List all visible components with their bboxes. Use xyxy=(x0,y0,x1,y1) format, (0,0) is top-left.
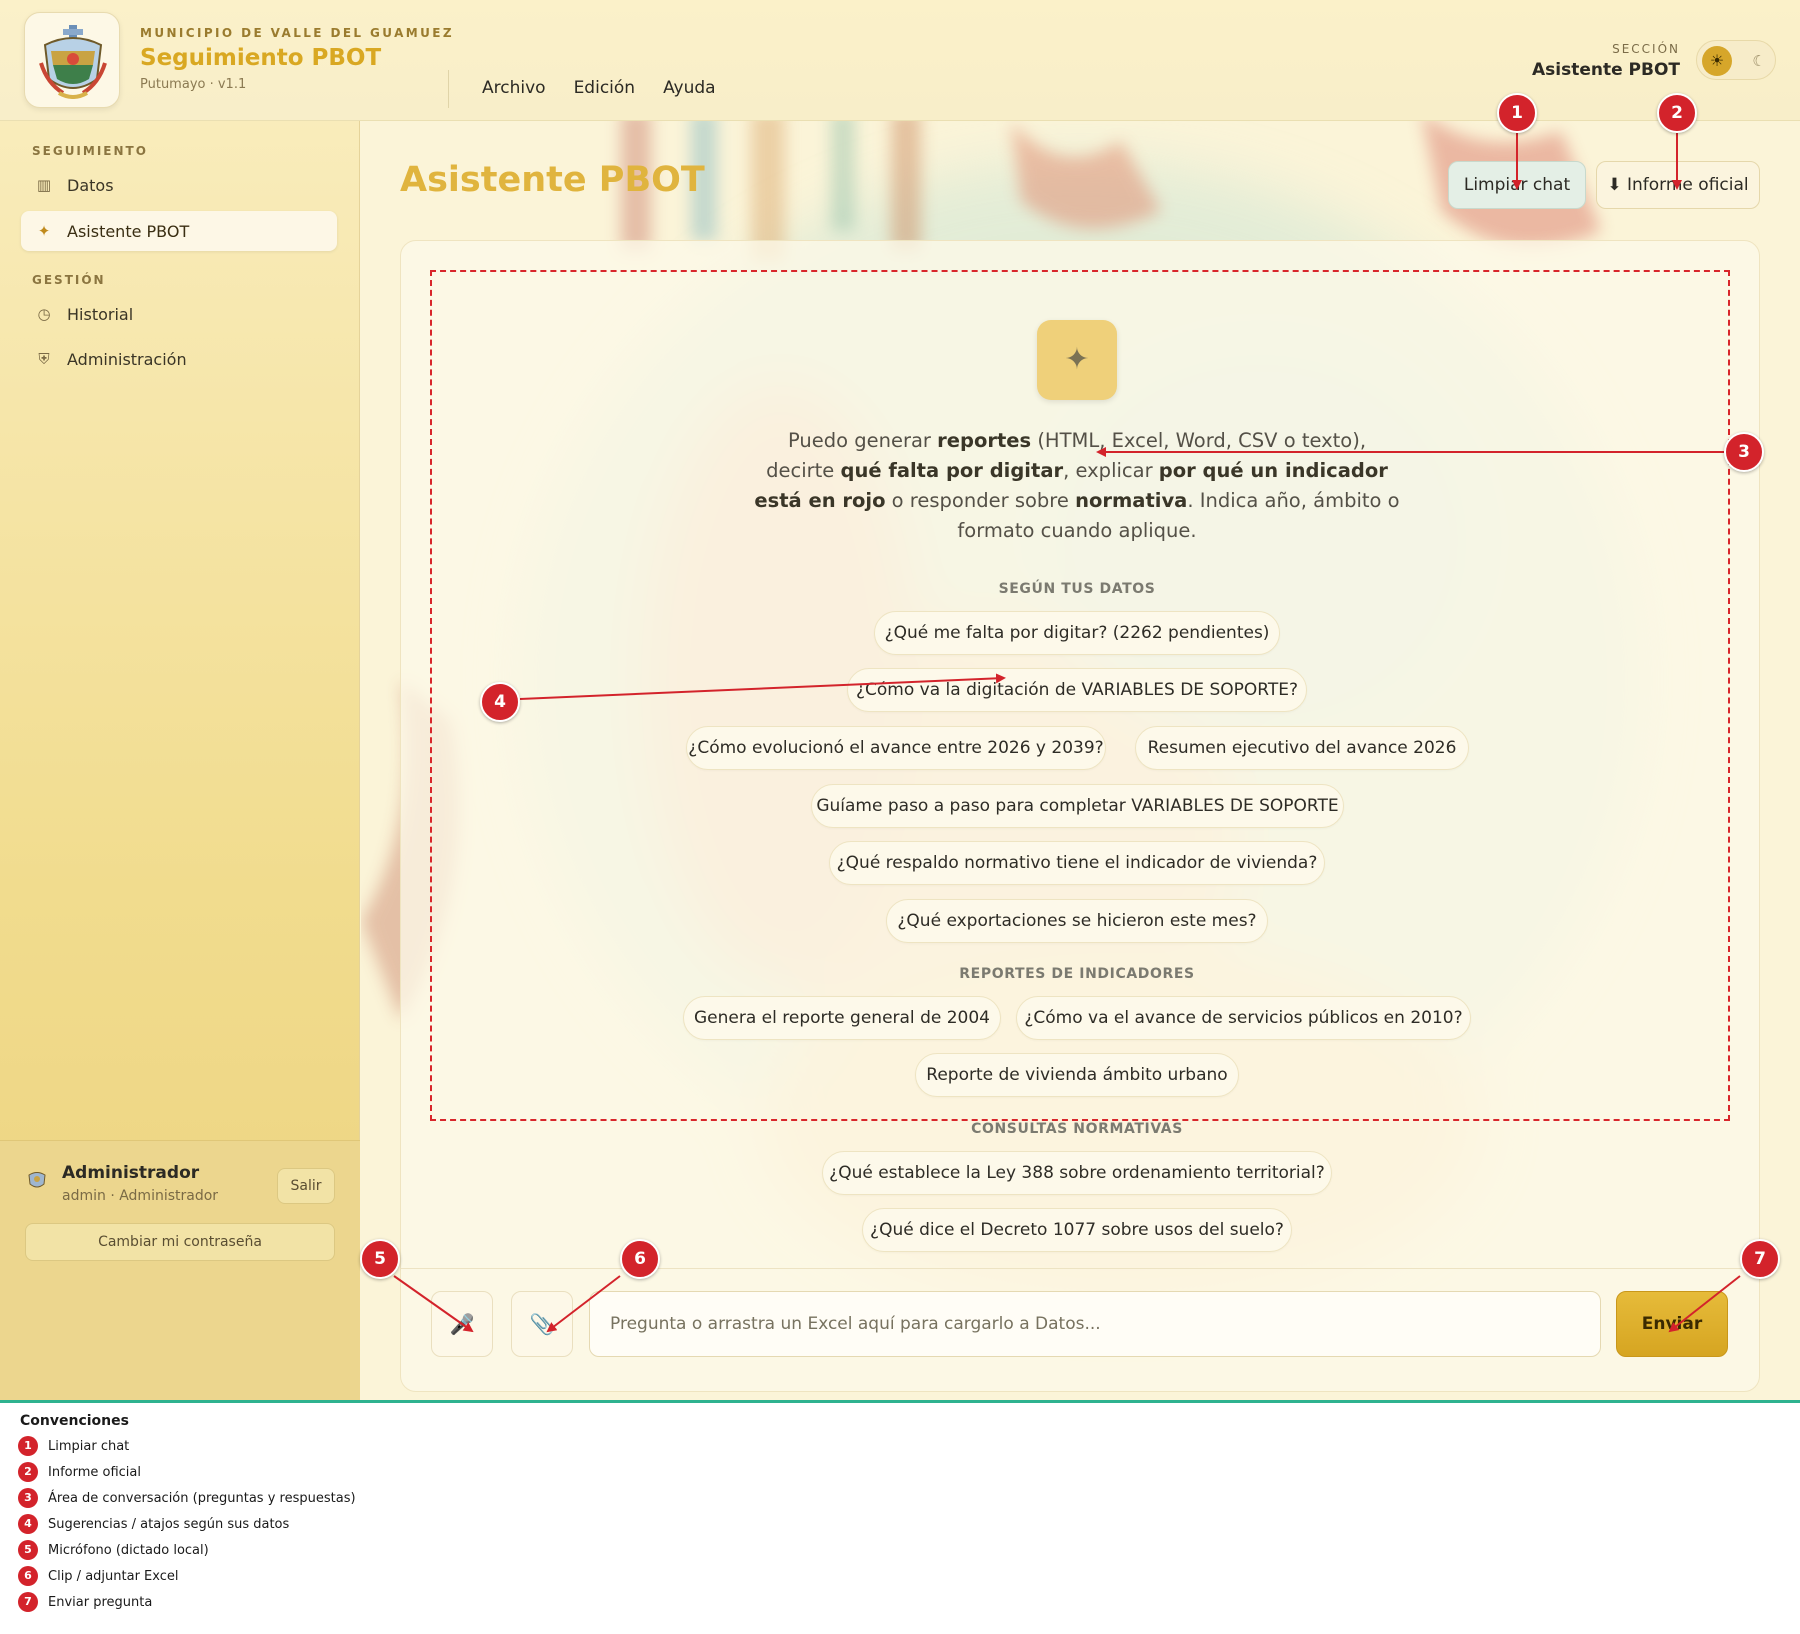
attach-excel-button[interactable]: 📎 xyxy=(511,1291,573,1357)
sparkle-icon: ✦ xyxy=(37,222,51,240)
annotation-marker-4: 4 xyxy=(480,682,520,722)
suggestions-heading-datos: SEGÚN TUS DATOS xyxy=(998,581,1156,597)
sidebar-item-label: Asistente PBOT xyxy=(67,221,190,241)
sidebar-group-gestion: GESTIÓN xyxy=(32,273,106,287)
sidebar-item-datos[interactable]: ▥ Datos xyxy=(21,165,337,205)
chat-input[interactable] xyxy=(589,1291,1601,1357)
sidebar-item-historial[interactable]: ◷ Historial xyxy=(21,294,337,334)
user-name: Administrador xyxy=(62,1163,200,1183)
suggestion-chip[interactable]: Genera el reporte general de 2004 xyxy=(683,996,1001,1040)
menu-bar: Archivo Edición Ayuda xyxy=(482,78,716,98)
legend-number: 4 xyxy=(18,1514,38,1534)
legend-title: Convenciones xyxy=(20,1413,129,1429)
suggestion-chip[interactable]: ¿Qué dice el Decreto 1077 sobre usos del… xyxy=(862,1208,1292,1252)
suggestions-heading-normativas: CONSULTAS NORMATIVAS xyxy=(971,1121,1183,1137)
menu-archivo[interactable]: Archivo xyxy=(482,78,546,98)
header-divider xyxy=(448,70,449,108)
section-value: Asistente PBOT xyxy=(1531,60,1680,80)
legend-item: 6 Clip / adjuntar Excel xyxy=(18,1566,178,1586)
annotation-marker-1: 1 xyxy=(1497,93,1537,133)
logout-button[interactable]: Salir xyxy=(277,1168,335,1204)
assistant-intro: Puedo generar reportes (HTML, Excel, Wor… xyxy=(752,426,1402,546)
microphone-button[interactable]: 🎤 xyxy=(431,1291,493,1357)
suggestion-chip[interactable]: ¿Cómo evolucionó el avance entre 2026 y … xyxy=(686,726,1106,770)
organization-name: MUNICIPIO DE VALLE DEL GUAMUEZ xyxy=(140,26,454,40)
suggestions-heading-reportes: REPORTES DE INDICADORES xyxy=(959,966,1195,982)
legend-number: 7 xyxy=(18,1592,38,1612)
grid-icon: ▥ xyxy=(36,176,52,194)
sidebar-item-asistente[interactable]: ✦ Asistente PBOT xyxy=(21,211,337,251)
suggestion-chip[interactable]: ¿Qué me falta por digitar? (2262 pendien… xyxy=(874,611,1280,655)
legend-text: Enviar pregunta xyxy=(48,1594,153,1610)
suggestion-chip[interactable]: Guíame paso a paso para completar VARIAB… xyxy=(811,784,1344,828)
annotation-marker-5: 5 xyxy=(360,1239,400,1279)
official-report-button[interactable]: ⬇ Informe oficial xyxy=(1596,161,1760,209)
menu-ayuda[interactable]: Ayuda xyxy=(663,78,716,98)
legend-number: 1 xyxy=(18,1436,38,1456)
send-button[interactable]: Enviar xyxy=(1616,1291,1728,1357)
legend-number: 2 xyxy=(18,1462,38,1482)
sidebar-item-label: Historial xyxy=(67,304,134,324)
legend-number: 6 xyxy=(18,1566,38,1586)
legend-number: 3 xyxy=(18,1488,38,1508)
change-password-button[interactable]: Cambiar mi contraseña xyxy=(25,1223,335,1261)
legend-item: 1 Limpiar chat xyxy=(18,1436,129,1456)
avatar xyxy=(28,1172,46,1188)
suggestion-chip[interactable]: ¿Qué establece la Ley 388 sobre ordenami… xyxy=(822,1151,1332,1195)
intro-bold: qué falta por digitar xyxy=(840,459,1064,482)
clear-chat-button[interactable]: Limpiar chat xyxy=(1448,161,1586,209)
intro-bold: reportes xyxy=(937,429,1032,452)
legend-item: 2 Informe oficial xyxy=(18,1462,141,1482)
intro-text: , explicar xyxy=(1063,459,1159,482)
theme-toggle[interactable]: ☀ ☾ xyxy=(1696,40,1776,80)
app-subtitle: Putumayo · v1.1 xyxy=(140,77,247,92)
clock-icon: ◷ xyxy=(37,305,51,323)
municipal-crest-logo xyxy=(24,12,120,108)
sun-icon[interactable]: ☀ xyxy=(1702,46,1732,76)
legend-text: Micrófono (dictado local) xyxy=(48,1542,209,1558)
suggestion-chip[interactable]: ¿Cómo va la digitación de VARIABLES DE S… xyxy=(847,668,1307,712)
intro-text: o responder sobre xyxy=(885,489,1076,512)
shield-icon: ⛨ xyxy=(38,350,50,368)
suggestion-chip[interactable]: ¿Cómo va el avance de servicios públicos… xyxy=(1016,996,1471,1040)
legend-item: 3 Área de conversación (preguntas y respu… xyxy=(18,1488,356,1508)
legend-item: 7 Enviar pregunta xyxy=(18,1592,152,1612)
legend-text: Informe oficial xyxy=(48,1464,141,1480)
annotation-marker-7: 7 xyxy=(1740,1239,1780,1279)
microphone-icon: 🎤 xyxy=(449,1312,475,1336)
paperclip-icon: 📎 xyxy=(529,1312,555,1336)
sidebar-item-label: Administración xyxy=(67,349,187,369)
legend-item: 4 Sugerencias / atajos según sus datos xyxy=(18,1514,289,1534)
legend-text: Área de conversación (preguntas y respue… xyxy=(48,1490,356,1506)
annotation-marker-3: 3 xyxy=(1724,432,1764,472)
legend: Convenciones 1 Limpiar chat 2 Informe ofic… xyxy=(0,1403,1800,1634)
legend-text: Limpiar chat xyxy=(48,1438,130,1454)
intro-bold: normativa xyxy=(1075,489,1188,512)
annotation-marker-2: 2 xyxy=(1657,93,1697,133)
composer-divider xyxy=(400,1268,1760,1269)
suggestion-chip[interactable]: ¿Qué exportaciones se hicieron este mes? xyxy=(886,899,1268,943)
suggestion-chip[interactable]: ¿Qué respaldo normativo tiene el indicad… xyxy=(829,841,1325,885)
page-title: Asistente PBOT xyxy=(400,160,705,200)
section-label: SECCIÓN xyxy=(1612,42,1680,56)
intro-text: Puedo generar xyxy=(787,429,938,452)
sidebar: SEGUIMIENTO ▥ Datos ✦ Asistente PBOT GES… xyxy=(0,121,360,1400)
sidebar-item-label: Datos xyxy=(67,175,114,195)
moon-icon[interactable]: ☾ xyxy=(1745,47,1773,75)
legend-number: 5 xyxy=(18,1540,38,1560)
suggestion-chip[interactable]: Resumen ejecutivo del avance 2026 xyxy=(1135,726,1469,770)
annotation-marker-6: 6 xyxy=(620,1239,660,1279)
user-role: admin · Administrador xyxy=(62,1188,219,1204)
legend-text: Sugerencias / atajos según sus datos xyxy=(48,1516,290,1532)
app-title: Seguimiento PBOT xyxy=(140,45,382,71)
sparkle-icon: ✦ xyxy=(1037,320,1117,400)
suggestion-chip[interactable]: Reporte de vivienda ámbito urbano xyxy=(915,1053,1239,1097)
menu-edicion[interactable]: Edición xyxy=(574,78,636,98)
crest-icon xyxy=(39,25,107,99)
sidebar-item-administracion[interactable]: ⛨ Administración xyxy=(21,339,337,379)
user-panel: Administrador admin · Administrador Sali… xyxy=(0,1140,360,1400)
legend-item: 5 Micrófono (dictado local) xyxy=(18,1540,209,1560)
legend-text: Clip / adjuntar Excel xyxy=(48,1568,179,1584)
sidebar-group-seguimiento: SEGUIMIENTO xyxy=(32,144,148,158)
